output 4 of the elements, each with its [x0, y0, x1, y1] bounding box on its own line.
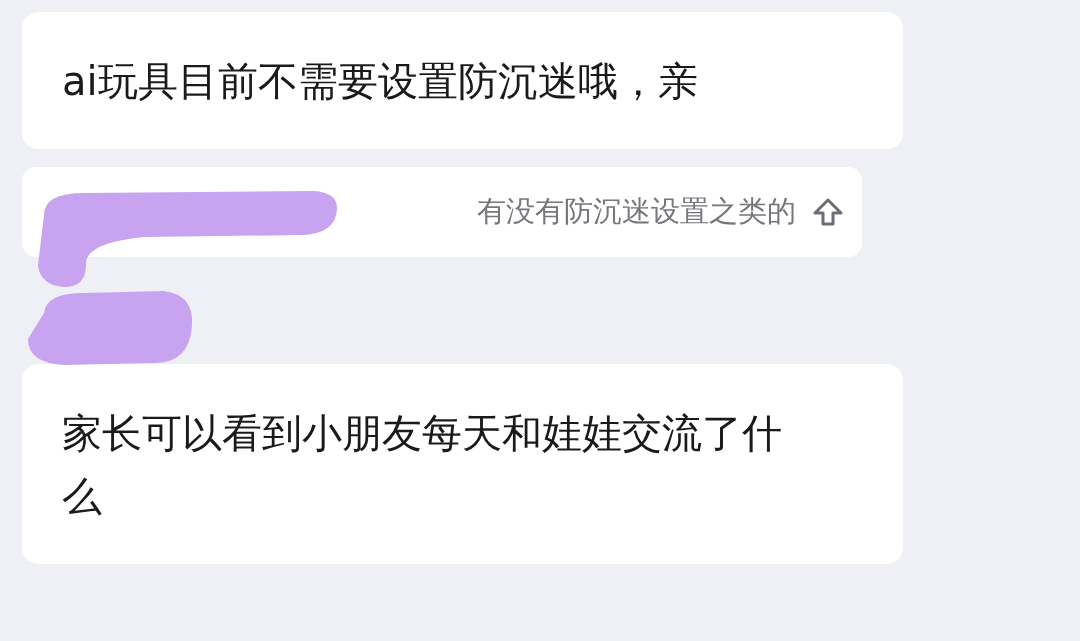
quoted-text: 有没有防沉迷设置之类的 [477, 193, 796, 230]
message-text: 家长可以看到小朋友每天和娃娃交流了什么 [62, 409, 783, 521]
up-arrow-icon[interactable] [812, 196, 844, 228]
message-text: ai玩具目前不需要设置防沉迷哦，亲 [62, 57, 699, 106]
